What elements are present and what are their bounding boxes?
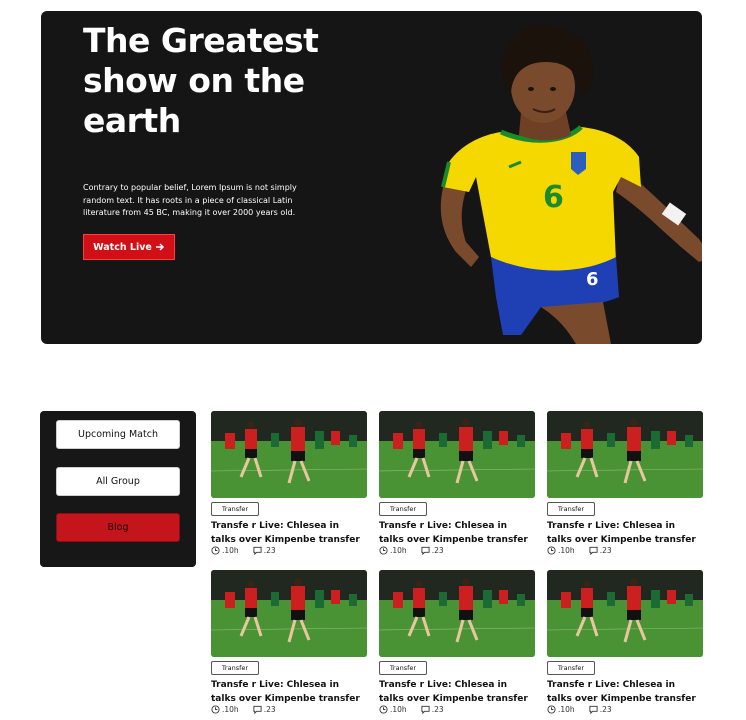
news-title[interactable]: Transfe r Live: Chlesea in talks over Ki… — [211, 678, 361, 706]
comment-count: .23 — [263, 546, 276, 555]
hero-description: Contrary to popular belief, Lorem Ipsum … — [83, 183, 297, 217]
news-card[interactable]: Transfer Transfe r Live: Chlesea in talks… — [211, 570, 367, 720]
news-title[interactable]: Transfe r Live: Chlesea in talks over Ki… — [379, 519, 529, 547]
news-card[interactable]: Transfer Transfe r Live: Chlesea in talks… — [547, 570, 703, 720]
clock-icon — [211, 546, 220, 555]
arrow-right-icon — [155, 243, 164, 251]
watch-live-button[interactable]: Watch Live — [83, 234, 175, 260]
time-ago: .10h — [558, 546, 575, 555]
jersey-number: 6 — [543, 180, 564, 215]
news-image — [547, 570, 703, 657]
comment-count: .23 — [263, 705, 276, 714]
shorts-number: 6 — [586, 269, 599, 290]
hero-banner: The Greatest show on the earth Contrary … — [41, 11, 702, 344]
news-meta: .10h .23 — [211, 546, 276, 555]
news-card[interactable]: Transfer Transfe r Live: Chlesea in talks… — [379, 411, 535, 561]
blog-button[interactable]: Blog — [56, 513, 180, 542]
time-ago: .10h — [390, 705, 407, 714]
time-ago: .10h — [558, 705, 575, 714]
category-tag[interactable]: Transfer — [547, 661, 595, 675]
time-ago: .10h — [222, 705, 239, 714]
news-card[interactable]: Transfer Transfe r Live: Chlesea in talks… — [211, 411, 367, 561]
news-card[interactable]: Transfer Transfe r Live: Chlesea in talks… — [379, 570, 535, 720]
clock-icon — [379, 705, 388, 714]
news-meta: .10h .23 — [211, 705, 276, 714]
upcoming-match-button[interactable]: Upcoming Match — [56, 420, 180, 449]
news-image — [379, 411, 535, 498]
category-tag[interactable]: Transfer — [547, 502, 595, 516]
comment-count: .23 — [431, 705, 444, 714]
watch-live-label: Watch Live — [93, 241, 152, 253]
clock-icon — [379, 546, 388, 555]
comment-count: .23 — [599, 546, 612, 555]
comment-icon — [253, 705, 262, 714]
comment-count: .23 — [599, 705, 612, 714]
news-title[interactable]: Transfe r Live: Chlesea in talks over Ki… — [379, 678, 529, 706]
category-tag[interactable]: Transfer — [379, 661, 427, 675]
news-meta: .10h .23 — [379, 546, 444, 555]
comment-icon — [421, 546, 430, 555]
news-meta: .10h .23 — [547, 705, 612, 714]
clock-icon — [547, 705, 556, 714]
all-group-button[interactable]: All Group — [56, 467, 180, 496]
comment-count: .23 — [431, 546, 444, 555]
news-image — [379, 570, 535, 657]
comment-icon — [253, 546, 262, 555]
news-title[interactable]: Transfe r Live: Chlesea in talks over Ki… — [211, 519, 361, 547]
news-meta: .10h .23 — [379, 705, 444, 714]
hero-title: The Greatest show on the earth — [83, 21, 319, 140]
category-tag[interactable]: Transfer — [379, 502, 427, 516]
news-card[interactable]: Transfer Transfe r Live: Chlesea in talks… — [547, 411, 703, 561]
comment-icon — [589, 705, 598, 714]
clock-icon — [547, 546, 556, 555]
news-title[interactable]: Transfe r Live: Chlesea in talks over Ki… — [547, 519, 697, 547]
clock-icon — [211, 705, 220, 714]
news-title[interactable]: Transfe r Live: Chlesea in talks over Ki… — [547, 678, 697, 706]
news-image — [547, 411, 703, 498]
player-image: 6 6 — [440, 24, 702, 344]
comment-icon — [589, 546, 598, 555]
category-tag[interactable]: Transfer — [211, 661, 259, 675]
comment-icon — [421, 705, 430, 714]
category-tag[interactable]: Transfer — [211, 502, 259, 516]
news-image — [211, 411, 367, 498]
sidebar-panel: Upcoming Match All Group Blog — [40, 411, 196, 567]
news-meta: .10h .23 — [547, 546, 612, 555]
time-ago: .10h — [222, 546, 239, 555]
time-ago: .10h — [390, 546, 407, 555]
news-image — [211, 570, 367, 657]
